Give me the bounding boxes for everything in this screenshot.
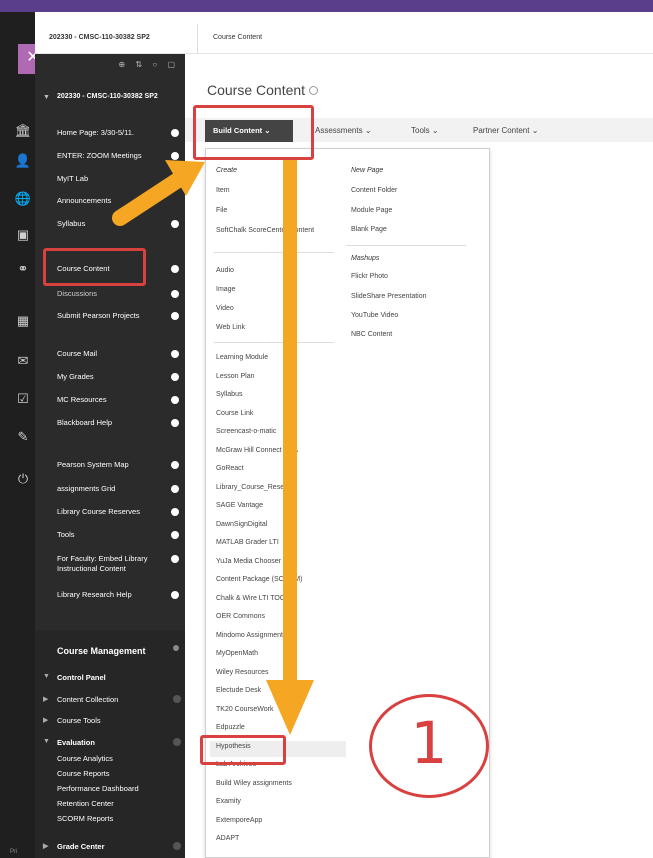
diagonal-arrow-shaft	[112, 172, 186, 226]
hypothesis-highlight	[200, 735, 286, 765]
step-number: 1	[410, 709, 448, 777]
vertical-arrow-head	[266, 680, 314, 735]
course-content-highlight	[43, 248, 146, 286]
vertical-arrow-shaft	[283, 158, 297, 683]
step-number-badge: 1	[369, 694, 489, 798]
annotation-arrows	[112, 158, 314, 735]
build-content-highlight	[193, 105, 314, 160]
